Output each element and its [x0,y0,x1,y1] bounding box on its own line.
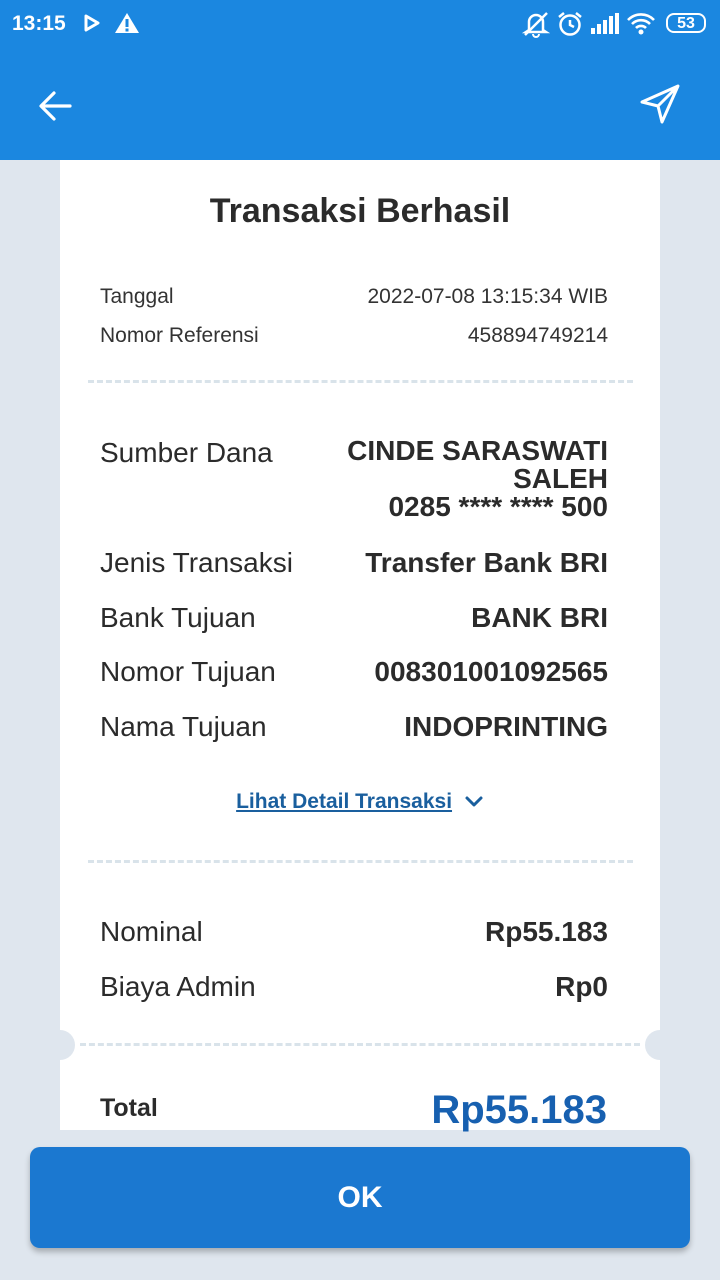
source-value: CINDE SARASWATI SALEH 0285 **** **** 500 [347,437,608,521]
date-value: 2022-07-08 13:15:34 WIB [367,285,609,308]
transaction-type-value: Transfer Bank BRI [365,547,608,578]
ticket-notch-right [645,1030,675,1060]
destination-number-value: 008301001092565 [374,656,608,687]
total-label: Total [100,1094,158,1122]
battery-level: 53 [677,15,695,32]
source-name-line2: SALEH [513,463,608,494]
source-label: Sumber Dana [100,437,273,468]
total-value: Rp55.183 [431,1088,607,1132]
divider [88,860,633,863]
warning-icon [115,13,139,33]
play-icon [84,14,100,32]
destination-name-label: Nama Tujuan [100,711,267,742]
status-bar: 13:15 53 [0,0,720,48]
transaction-type-label: Jenis Transaksi [100,547,293,578]
page-title: Transaksi Berhasil [209,192,511,230]
destination-bank-value: BANK BRI [471,602,608,633]
status-time: 13:15 [12,12,66,35]
destination-name-value: INDOPRINTING [404,711,608,742]
view-detail-link[interactable]: Lihat Detail Transaksi [60,790,660,814]
chevron-down-icon[interactable] [464,795,484,809]
admin-fee-value: Rp0 [555,971,608,1002]
destination-number-label: Nomor Tujuan [100,656,276,687]
destination-bank-label: Bank Tujuan [100,602,256,633]
alarm-off-icon [522,12,550,38]
admin-fee-label: Biaya Admin [100,971,256,1002]
signal-icon [591,13,619,34]
divider [80,1043,640,1046]
back-arrow-icon[interactable] [36,86,76,126]
source-account: 0285 **** **** 500 [388,491,608,522]
divider [88,380,633,383]
battery-icon: 53 [666,13,706,33]
ok-button[interactable]: OK [30,1147,690,1248]
alarm-icon [558,12,582,36]
reference-value: 458894749214 [467,324,608,347]
nominal-label: Nominal [100,916,203,947]
wifi-icon [627,13,655,35]
receipt-card: Transaksi Berhasil Tanggal 2022-07-08 13… [60,160,660,1130]
ticket-notch-left [45,1030,75,1060]
source-name-line1: CINDE SARASWATI [347,435,608,466]
view-detail-text[interactable]: Lihat Detail Transaksi [236,790,452,813]
reference-label: Nomor Referensi [100,324,259,347]
ok-button-label: OK [337,1180,383,1214]
date-label: Tanggal [100,285,174,308]
app-bar [0,48,720,160]
send-icon[interactable] [638,82,682,126]
nominal-value: Rp55.183 [485,916,608,947]
